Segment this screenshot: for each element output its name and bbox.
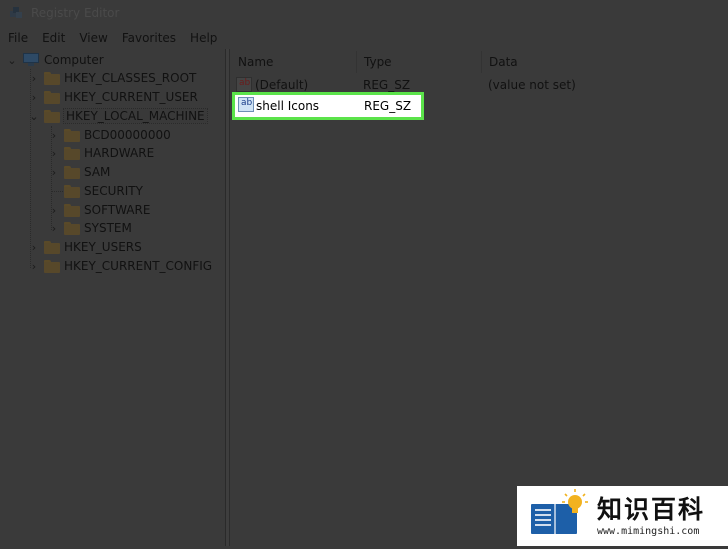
column-data[interactable]: Data	[481, 49, 728, 73]
folder-icon	[44, 240, 60, 254]
tree-item-hkey-classes-root[interactable]: › HKEY_CLASSES_ROOT	[27, 69, 197, 87]
expand-arrow-icon[interactable]: ›	[47, 219, 61, 237]
watermark-texts: 知识百科 www.mimingshi.com	[597, 494, 706, 537]
tree-item-bcd00000000[interactable]: › BCD00000000	[47, 126, 171, 144]
watermark-badge: 知识百科 www.mimingshi.com	[517, 486, 728, 546]
column-header: Name Type Data	[230, 49, 728, 73]
folder-icon	[64, 165, 80, 179]
tree-item-label: HKEY_CLASSES_ROOT	[64, 71, 197, 85]
tree-item-hardware[interactable]: › HARDWARE	[47, 144, 154, 162]
value-row-shell-icons[interactable]: ab shell Icons REG_SZ	[232, 92, 424, 120]
folder-icon	[44, 259, 60, 273]
folder-icon	[64, 184, 80, 198]
column-type[interactable]: Type	[356, 49, 481, 73]
tree-item-label: SOFTWARE	[84, 203, 151, 217]
menu-help[interactable]: Help	[182, 31, 223, 45]
string-value-icon: ab	[236, 77, 252, 92]
expand-arrow-icon[interactable]: ›	[47, 201, 61, 219]
watermark-brand: 知识百科	[597, 494, 706, 524]
book-lightbulb-logo-icon	[517, 486, 593, 546]
column-name[interactable]: Name	[230, 49, 357, 73]
folder-icon	[64, 128, 80, 142]
tree-item-hkey-current-config[interactable]: › HKEY_CURRENT_CONFIG	[27, 257, 212, 275]
menu-favorites[interactable]: Favorites	[114, 31, 182, 45]
window-title: Registry Editor	[31, 6, 120, 20]
tree-item-label: HARDWARE	[84, 146, 155, 160]
menu-file[interactable]: File	[0, 31, 34, 45]
folder-icon	[64, 146, 80, 160]
watermark-url: www.mimingshi.com	[597, 525, 700, 537]
tree-item-hkey-current-user[interactable]: › HKEY_CURRENT_USER	[27, 88, 198, 106]
tree-item-label: HKEY_CURRENT_CONFIG	[64, 259, 213, 273]
value-name: shell Icons	[256, 99, 320, 113]
tree-item-label: Computer	[44, 53, 104, 67]
tree-item-label: HKEY_LOCAL_MACHINE	[63, 108, 208, 124]
menu-view[interactable]: View	[71, 31, 113, 45]
expand-arrow-icon[interactable]: ›	[27, 69, 41, 87]
expand-arrow-icon[interactable]: ›	[47, 163, 61, 181]
value-type: REG_SZ	[364, 99, 412, 113]
registry-cube-icon	[8, 5, 24, 21]
collapse-arrow-icon[interactable]: ⌄	[5, 51, 19, 69]
expand-arrow-icon[interactable]: ›	[27, 257, 41, 275]
tree-item-label: SYSTEM	[84, 221, 132, 235]
tree-item-label: HKEY_CURRENT_USER	[64, 90, 198, 104]
expand-arrow-icon[interactable]: ›	[47, 144, 61, 162]
computer-icon	[22, 53, 40, 67]
tree-item-security[interactable]: SECURITY	[47, 182, 143, 200]
tree-item-label: SAM	[84, 165, 111, 179]
tree-item-label: SECURITY	[84, 184, 143, 198]
menu-bar: File Edit View Favorites Help	[0, 27, 728, 48]
expand-arrow-icon[interactable]: ›	[27, 238, 41, 256]
folder-icon	[64, 203, 80, 217]
tree-item-system[interactable]: › SYSTEM	[47, 219, 132, 237]
tree-pane[interactable]: ⌄ Computer › HKEY_CLASSES_ROOT › HKEY_CU…	[0, 49, 226, 546]
folder-icon	[44, 71, 60, 85]
string-value-icon: ab	[238, 97, 254, 112]
tree-item-computer[interactable]: ⌄ Computer	[5, 51, 104, 69]
menu-edit[interactable]: Edit	[34, 31, 71, 45]
title-bar: Registry Editor	[0, 0, 728, 26]
tree-item-hkey-users[interactable]: › HKEY_USERS	[27, 238, 142, 256]
value-data: (value not set)	[488, 78, 576, 92]
expand-arrow-icon[interactable]: ›	[27, 88, 41, 106]
folder-icon	[44, 109, 60, 123]
values-pane[interactable]: Name Type Data ab (Default) REG_SZ (valu…	[229, 49, 728, 546]
tree-item-hkey-local-machine[interactable]: ⌄ HKEY_LOCAL_MACHINE	[27, 107, 208, 125]
folder-icon	[44, 90, 60, 104]
tree-item-label: HKEY_USERS	[64, 240, 142, 254]
tree-item-label: BCD00000000	[84, 128, 171, 142]
tree-item-software[interactable]: › SOFTWARE	[47, 201, 151, 219]
collapse-arrow-icon[interactable]: ⌄	[27, 107, 41, 125]
expand-arrow-icon[interactable]: ›	[47, 126, 61, 144]
folder-icon	[64, 221, 80, 235]
tree-item-sam[interactable]: › SAM	[47, 163, 111, 181]
